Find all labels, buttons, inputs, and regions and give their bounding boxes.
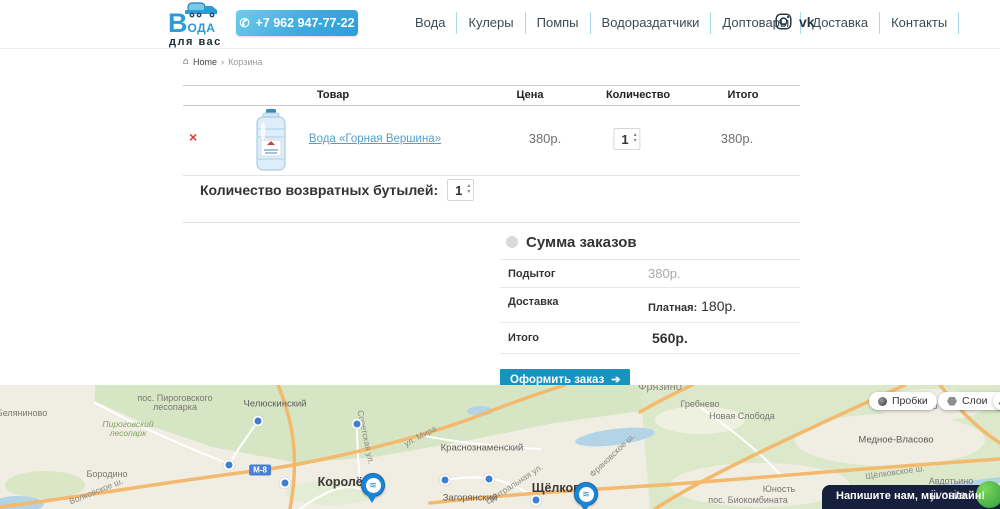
layers-icon [947, 397, 957, 406]
map-label: Медное-Власово [858, 435, 933, 446]
map-poi-dot [440, 475, 451, 486]
order-summary: Сумма заказов Подытог 380р. Доставка Пла… [500, 230, 800, 391]
summary-title-row: Сумма заказов [500, 230, 800, 254]
col-product: Товар [317, 86, 349, 105]
map-label: Краснознаменский [441, 443, 524, 454]
layers-label: Слои [962, 395, 988, 407]
returnable-value: 1 [455, 183, 462, 198]
map-pin[interactable]: ≋ [361, 473, 383, 495]
stepper-down-icon[interactable]: ▾ [467, 190, 470, 196]
delivery-type: Платная: [648, 302, 697, 314]
home-icon: ⌂ [183, 56, 189, 67]
map-label: М-8 [249, 465, 271, 476]
delivery-label: Доставка [508, 296, 559, 308]
header: ВОДА для вас ✆ +7 962 947-77-22 Вода Кул… [0, 0, 1000, 49]
breadcrumb-current: Корзина [228, 57, 262, 67]
delivery-row: Доставка Платная: 180р. [500, 288, 800, 323]
remove-item-button[interactable]: × [189, 130, 197, 144]
product-image[interactable] [251, 109, 291, 171]
total-row: Итого 560р. [500, 323, 800, 354]
map-poi-dot [253, 416, 264, 427]
stepper-arrows: ▴ ▾ [467, 184, 470, 196]
product-total: 380р. [721, 131, 754, 146]
cart-table-header: Товар Цена Количество Итого [183, 85, 800, 106]
stepper-arrows: ▴ ▾ [634, 133, 637, 145]
subtotal-label: Подытог [508, 268, 555, 280]
map-label: Юность [763, 484, 795, 494]
map-poi-dot [280, 478, 291, 489]
subtotal-row: Подытог 380р. [500, 260, 800, 288]
jivosite-brand: jivosite [931, 490, 966, 502]
total-value: 560р. [652, 330, 688, 346]
breadcrumb-separator: › [221, 57, 224, 67]
map-poi-dot [224, 460, 235, 471]
map-label: ул. Мира [402, 423, 438, 448]
summary-table: Подытог 380р. Доставка Платная: 180р. Ит… [500, 259, 800, 354]
nav-item-voda[interactable]: Вода [404, 12, 457, 34]
map-label: лесопарка [153, 402, 197, 412]
map-label: пос. Биокомбината [708, 495, 787, 505]
subtotal-value: 380р. [648, 266, 681, 281]
map-label: Новая Слобода [709, 411, 775, 421]
social-links: vk [775, 13, 821, 30]
map-label: Щёлковское ш. [865, 463, 925, 481]
cart-row: × Вода «Горная Вершина» 380р. 1 ▴ ▾ [183, 106, 800, 176]
page: ВОДА для вас ✆ +7 962 947-77-22 Вода Кул… [0, 0, 1000, 509]
phone-number: +7 962 947-77-22 [256, 16, 355, 30]
summary-icon [506, 236, 518, 248]
map-label: лесопарк [110, 428, 147, 438]
chat-widget[interactable]: Напишите нам, мы онлайн! jivosite [822, 485, 1000, 509]
layers-button[interactable]: Слои ∨ [938, 392, 1000, 410]
stepper-down-icon[interactable]: ▾ [634, 139, 637, 145]
nav-item-pompy[interactable]: Помпы [526, 12, 591, 34]
map-poi-dot [484, 474, 495, 485]
svg-text:vk: vk [799, 15, 815, 29]
quantity-stepper[interactable]: 1 ▴ ▾ [613, 128, 640, 150]
checkout-label: Оформить заказ [510, 374, 604, 386]
map-label: Фрязино [638, 385, 682, 393]
logo-subtitle: для вас [169, 37, 222, 48]
main-nav: Вода Кулеры Помпы Водораздатчики Доптова… [404, 10, 959, 36]
vk-icon[interactable]: vk [799, 15, 821, 29]
returnable-stepper[interactable]: 1 ▴ ▾ [447, 179, 474, 201]
traffic-label: Пробки [892, 395, 928, 407]
map-label: Фряновское ш. [587, 431, 636, 479]
delivery-price: 180р. [701, 298, 736, 314]
traffic-button[interactable]: Пробки [869, 392, 937, 410]
returnable-label: Количество возвратных бутылей: [200, 182, 438, 198]
delivery-value: Платная: 180р. [648, 298, 736, 314]
map-pin[interactable]: ≋ [574, 482, 596, 504]
breadcrumb: ⌂ Home › Корзина [183, 56, 262, 67]
breadcrumb-home[interactable]: Home [193, 57, 217, 67]
nav-item-vodorazdatchiki[interactable]: Водораздатчики [591, 12, 712, 34]
map-label: Советская ул. [355, 409, 376, 465]
map-poi-dot [531, 495, 542, 506]
summary-title: Сумма заказов [526, 234, 637, 251]
col-total: Итого [727, 86, 758, 105]
map-poi-dot [352, 419, 363, 430]
instagram-icon[interactable] [775, 13, 792, 30]
map-label: Волковское ш. [68, 476, 125, 507]
map-label: Загорянский [443, 493, 498, 504]
phone-button[interactable]: ✆ +7 962 947-77-22 [236, 10, 358, 36]
col-quantity: Количество [606, 86, 670, 105]
phone-icon: ✆ [239, 16, 249, 30]
quantity-value: 1 [621, 132, 628, 147]
total-label: Итого [508, 332, 539, 344]
col-price: Цена [516, 86, 543, 105]
cart-table: Товар Цена Количество Итого × Вода «Горн… [183, 85, 800, 176]
nav-item-kontakty[interactable]: Контакты [880, 12, 959, 34]
map-label: Челюскинский [244, 399, 307, 410]
section-divider [183, 222, 800, 223]
delivery-map[interactable]: Фрязино Гребнево Новая Слобода Челюскинский… [0, 385, 1000, 509]
product-price: 380р. [529, 131, 562, 146]
nav-item-kulery[interactable]: Кулеры [457, 12, 525, 34]
product-link[interactable]: Вода «Горная Вершина» [309, 133, 441, 145]
logo-title: ВОДА [168, 10, 215, 37]
returnable-bottles: Количество возвратных бутылей: 1 ▴ ▾ [200, 179, 474, 201]
map-label: Гребнево [680, 399, 719, 409]
quantity-cell: 1 ▴ ▾ [613, 128, 640, 150]
traffic-icon [878, 397, 887, 406]
map-label: Беляниново [0, 408, 47, 418]
